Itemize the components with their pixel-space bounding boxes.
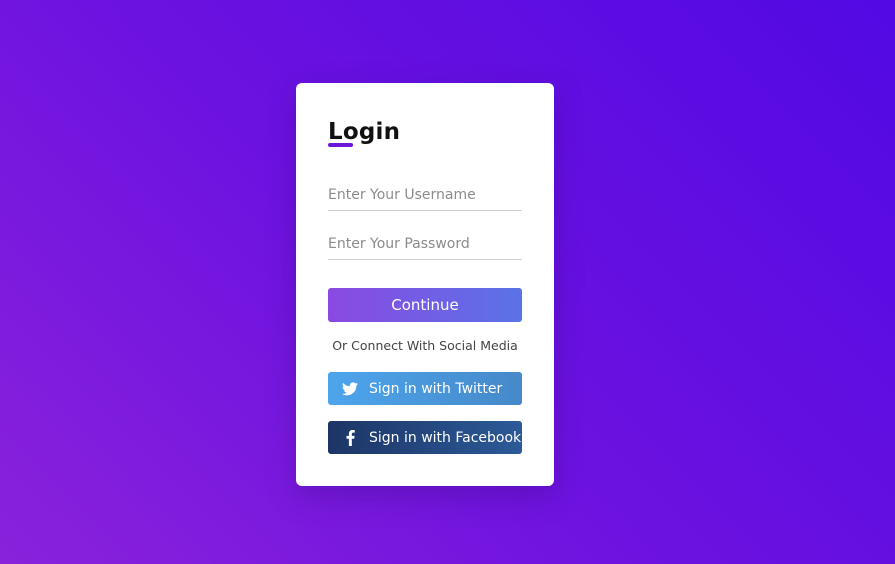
continue-button[interactable]: Continue bbox=[328, 288, 522, 322]
title-underline bbox=[328, 143, 353, 147]
facebook-icon bbox=[342, 429, 358, 446]
continue-label: Continue bbox=[391, 296, 459, 314]
password-input[interactable] bbox=[328, 229, 522, 260]
twitter-icon bbox=[342, 381, 358, 397]
facebook-signin-button[interactable]: Sign in with Facebook bbox=[328, 421, 522, 454]
title-block: Login bbox=[328, 117, 400, 147]
social-media-text: Or Connect With Social Media bbox=[332, 338, 518, 353]
facebook-signin-label: Sign in with Facebook bbox=[369, 429, 522, 446]
twitter-signin-button[interactable]: Sign in with Twitter bbox=[328, 372, 522, 405]
username-input[interactable] bbox=[328, 180, 522, 211]
twitter-signin-label: Sign in with Twitter bbox=[369, 380, 503, 397]
login-card: Login Continue Or Connect With Social Me… bbox=[296, 83, 554, 486]
